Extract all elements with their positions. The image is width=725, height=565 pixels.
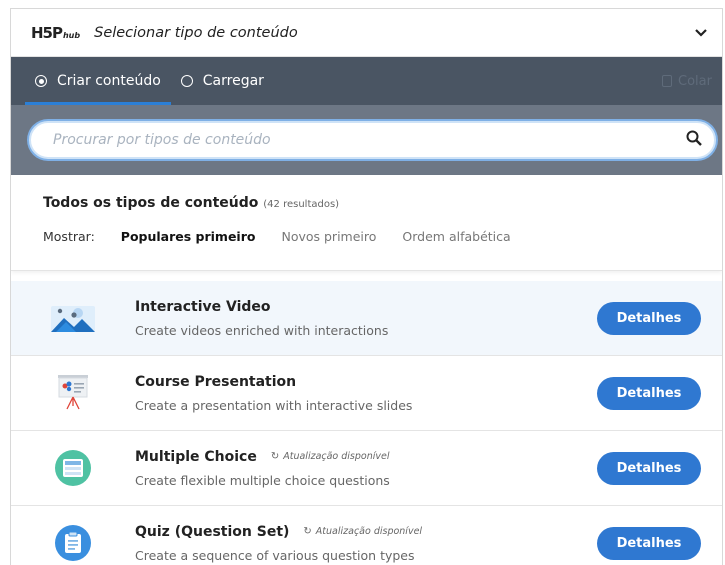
multiple-choice-icon [47,448,99,488]
list-item[interactable]: Quiz (Question Set) ↻ Atualização disponí… [11,506,722,565]
list-item[interactable]: Multiple Choice ↻ Atualização disponível … [11,431,722,506]
sort-alphabetical[interactable]: Ordem alfabética [402,229,510,244]
content-type-title: Course Presentation [135,373,297,390]
h5p-hub: H5P hub Selecionar tipo de conteúdo Criar… [10,8,723,565]
tab-upload[interactable]: Carregar [171,57,274,105]
radio-selected-icon [35,75,47,87]
paste-button[interactable]: Colar [662,57,712,105]
content-type-title: Interactive Video [135,298,271,315]
course-presentation-icon [47,373,99,413]
sort-options: Mostrar: Populares primeiro Novos primei… [43,229,690,244]
list-header: Todos os tipos de conteúdo (42 resultado… [11,175,722,271]
search-area [11,105,722,175]
result-count: (42 resultados) [263,199,340,210]
search-input[interactable] [51,131,686,149]
hub-title: Selecionar tipo de conteúdo [94,24,298,41]
update-available: ↻ Atualização disponível [270,451,390,462]
clipboard-icon [662,75,673,87]
details-button[interactable]: Detalhes [597,301,701,335]
tab-label: Carregar [202,73,264,89]
details-button[interactable]: Detalhes [597,376,701,410]
content-type-title: Quiz (Question Set) [135,523,290,540]
list-item[interactable]: Course Presentation Create a presentatio… [11,356,722,431]
tabs-bar: Criar conteúdo Carregar Colar [11,57,722,105]
details-button[interactable]: Detalhes [597,451,701,485]
search-icon[interactable] [686,130,702,150]
hub-header[interactable]: H5P hub Selecionar tipo de conteúdo [11,9,722,57]
search-box [29,121,716,159]
content-type-title: Multiple Choice [135,448,257,465]
tab-create-content[interactable]: Criar conteúdo [25,57,171,105]
paste-label: Colar [678,73,712,89]
refresh-icon: ↻ [270,451,280,462]
interactive-video-icon [47,298,99,338]
sort-popular[interactable]: Populares primeiro [121,229,256,244]
content-type-list: Interactive Video Create videos enriched… [11,281,722,565]
sort-label: Mostrar: [43,229,95,244]
radio-empty-icon [180,75,193,87]
list-title: Todos os tipos de conteúdo (42 resultado… [43,195,340,211]
tab-label: Criar conteúdo [57,73,161,89]
refresh-icon: ↻ [303,526,312,537]
details-button[interactable]: Detalhes [597,526,701,560]
chevron-down-icon[interactable] [694,26,708,40]
h5p-hub-logo: H5P hub [31,23,81,42]
update-available: ↻ Atualização disponível [303,526,423,537]
list-item[interactable]: Interactive Video Create videos enriched… [11,281,722,356]
quiz-icon [47,523,99,563]
sort-newest[interactable]: Novos primeiro [281,229,376,244]
